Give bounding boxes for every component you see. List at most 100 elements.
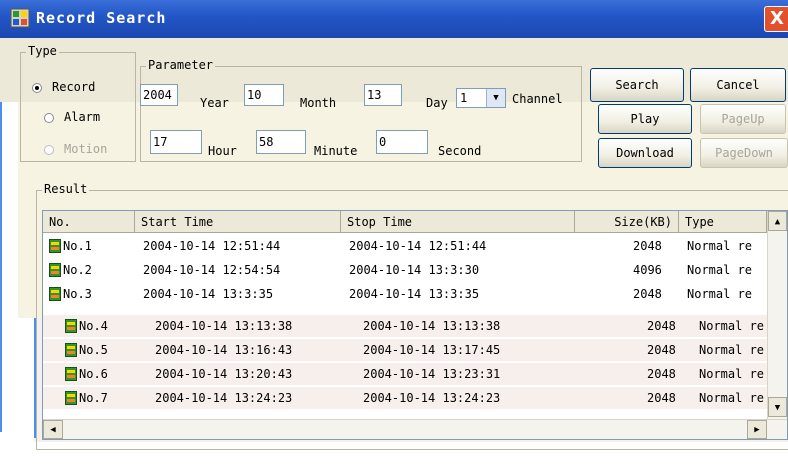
table-row[interactable]: No.1 2004-10-14 12:51:44 2004-10-14 12:5… — [43, 235, 767, 257]
scroll-left-icon[interactable]: ◀ — [43, 420, 63, 439]
row-size: 2048 — [647, 343, 676, 357]
row-size: 2048 — [647, 367, 676, 381]
search-button[interactable]: Search — [590, 68, 684, 102]
row-no: No.5 — [79, 343, 108, 357]
search-button-label: Search — [615, 78, 659, 92]
column-header-size[interactable]: Size(KB) — [575, 211, 679, 233]
play-button[interactable]: Play — [598, 104, 692, 134]
title-bar: Record Search X — [0, 0, 788, 38]
vertical-scrollbar[interactable]: ▲ ▼ — [767, 211, 787, 419]
column-header-stop-label: Stop Time — [347, 215, 413, 229]
page-down-button[interactable]: PageDown — [700, 138, 788, 168]
table-row[interactable]: No.7 2004-10-14 13:24:23 2004-10-14 13:2… — [43, 387, 767, 409]
column-header-no-label: No. — [49, 215, 71, 229]
scroll-right-icon[interactable]: ▶ — [747, 420, 767, 439]
year-label: Year — [200, 96, 229, 110]
cancel-button-label: Cancel — [716, 78, 760, 92]
column-header-no[interactable]: No. — [43, 211, 135, 233]
row-stop: 2004-10-14 13:24:23 — [363, 391, 501, 405]
video-file-icon — [65, 367, 77, 381]
radio-alarm[interactable] — [44, 113, 54, 123]
row-start: 2004-10-14 13:16:43 — [155, 343, 293, 357]
row-type: Normal re — [699, 391, 765, 405]
video-file-icon — [49, 263, 61, 277]
row-no: No.2 — [63, 263, 92, 277]
play-button-label: Play — [630, 112, 660, 126]
row-type: Normal re — [699, 367, 765, 381]
row-stop: 2004-10-14 12:51:44 — [349, 239, 487, 253]
download-button[interactable]: Download — [598, 138, 692, 168]
row-stop: 2004-10-14 13:17:45 — [363, 343, 501, 357]
table-row[interactable]: No.6 2004-10-14 13:20:43 2004-10-14 13:2… — [43, 363, 767, 385]
row-no: No.4 — [79, 319, 108, 333]
row-no: No.6 — [79, 367, 108, 381]
hour-label: Hour — [208, 144, 237, 158]
row-no: No.3 — [63, 287, 92, 301]
row-size: 2048 — [633, 239, 662, 253]
row-stop: 2004-10-14 13:3:30 — [349, 263, 480, 277]
cancel-button[interactable]: Cancel — [690, 68, 786, 102]
row-size: 2048 — [633, 287, 662, 301]
column-header-stop-time[interactable]: Stop Time — [341, 211, 575, 233]
day-label: Day — [426, 96, 448, 110]
page-down-button-label: PageDown — [715, 146, 773, 160]
row-size: 2048 — [647, 391, 676, 405]
scroll-down-icon[interactable]: ▼ — [768, 397, 787, 417]
table-row[interactable]: No.5 2004-10-14 13:16:43 2004-10-14 13:1… — [43, 339, 767, 361]
minute-input[interactable] — [256, 130, 306, 154]
row-stop: 2004-10-14 13:3:35 — [349, 287, 480, 301]
column-header-type[interactable]: Type — [679, 211, 767, 233]
column-header-start-label: Start Time — [141, 215, 214, 229]
horizontal-scrollbar[interactable]: ◀ ▶ — [43, 419, 787, 439]
parameter-legend: Parameter — [146, 58, 216, 72]
table-row[interactable]: No.3 2004-10-14 13:3:35 2004-10-14 13:3:… — [43, 283, 767, 305]
month-input[interactable] — [244, 84, 284, 106]
second-label: Second — [438, 144, 482, 158]
row-size: 2048 — [647, 319, 676, 333]
radio-record[interactable] — [32, 83, 42, 93]
chevron-down-icon[interactable]: ▼ — [486, 89, 505, 107]
radio-motion-label: Motion — [64, 142, 108, 156]
row-type: Normal re — [687, 263, 753, 277]
hour-input[interactable] — [150, 130, 202, 154]
row-no: No.1 — [63, 239, 92, 253]
video-file-icon — [65, 343, 77, 357]
channel-select[interactable]: 1 ▼ — [456, 88, 506, 108]
column-header-start-time[interactable]: Start Time — [135, 211, 341, 233]
window-title: Record Search — [36, 9, 167, 27]
video-file-icon — [65, 391, 77, 405]
scroll-up-icon[interactable]: ▲ — [768, 211, 787, 231]
row-type: Normal re — [699, 343, 765, 357]
video-file-icon — [49, 239, 61, 253]
table-row[interactable]: No.4 2004-10-14 13:13:38 2004-10-14 13:1… — [43, 315, 767, 337]
parameter-group — [140, 66, 582, 162]
row-type: Normal re — [687, 239, 753, 253]
result-legend: Result — [42, 182, 90, 196]
download-button-label: Download — [616, 146, 674, 160]
radio-alarm-label: Alarm — [64, 110, 101, 124]
row-stop: 2004-10-14 13:13:38 — [363, 319, 501, 333]
minute-label: Minute — [314, 144, 358, 158]
row-type: Normal re — [687, 287, 753, 301]
row-start: 2004-10-14 13:20:43 — [155, 367, 293, 381]
column-header-type-label: Type — [685, 215, 714, 229]
close-button[interactable]: X — [764, 6, 788, 32]
channel-label: Channel — [512, 92, 563, 106]
radio-motion[interactable] — [44, 145, 54, 155]
type-legend: Type — [26, 44, 59, 58]
page-up-button-label: PageUp — [721, 112, 765, 126]
day-input[interactable] — [364, 84, 402, 106]
result-list[interactable]: No. Start Time Stop Time Size(KB) Type N… — [42, 210, 788, 440]
window-left-border — [0, 102, 2, 432]
row-type: Normal re — [699, 319, 765, 333]
row-start: 2004-10-14 12:54:54 — [143, 263, 281, 277]
radio-record-label: Record — [52, 80, 96, 94]
second-input[interactable] — [376, 130, 428, 154]
page-up-button[interactable]: PageUp — [700, 104, 786, 134]
close-icon: X — [770, 8, 784, 29]
table-row[interactable]: No.2 2004-10-14 12:54:54 2004-10-14 13:3… — [43, 259, 767, 281]
year-input[interactable] — [140, 84, 178, 106]
row-start: 2004-10-14 13:3:35 — [143, 287, 274, 301]
video-file-icon — [49, 287, 61, 301]
row-start: 2004-10-14 13:24:23 — [155, 391, 293, 405]
